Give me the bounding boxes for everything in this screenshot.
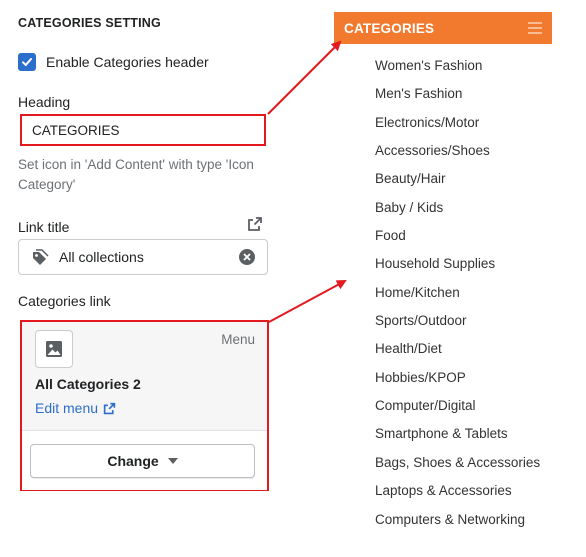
edit-menu-label: Edit menu bbox=[35, 400, 99, 416]
category-item[interactable]: Food bbox=[375, 225, 540, 253]
external-link-icon bbox=[103, 402, 116, 414]
menu-type-tag: Menu bbox=[221, 332, 255, 347]
category-item[interactable]: Computer/Digital bbox=[375, 395, 540, 423]
external-link-icon[interactable] bbox=[247, 216, 263, 237]
categories-header: CATEGORIES bbox=[334, 12, 552, 44]
menu-card: Menu All Categories 2 Edit menu Change bbox=[20, 320, 269, 491]
caret-down-icon bbox=[167, 458, 178, 464]
menu-thumbnail bbox=[35, 330, 73, 368]
menu-name: All Categories 2 bbox=[35, 376, 141, 392]
change-button[interactable]: Change bbox=[30, 444, 255, 478]
checkmark-icon bbox=[22, 58, 32, 66]
change-button-label: Change bbox=[107, 453, 159, 469]
heading-label: Heading bbox=[18, 94, 71, 110]
heading-help-text: Set icon in 'Add Content' with type 'Ico… bbox=[18, 157, 254, 192]
category-item[interactable]: Women's Fashion bbox=[375, 55, 540, 83]
category-item[interactable]: Men's Fashion bbox=[375, 83, 540, 111]
link-title-label: Link title bbox=[18, 219, 70, 235]
category-item[interactable]: Sports/Outdoor bbox=[375, 310, 540, 338]
heading-input[interactable]: CATEGORIES bbox=[20, 114, 266, 146]
edit-menu-link[interactable]: Edit menu bbox=[35, 400, 116, 416]
category-item[interactable]: Electronics/Motor bbox=[375, 112, 540, 140]
categories-header-title: CATEGORIES bbox=[344, 20, 435, 36]
categories-link-label: Categories link bbox=[18, 293, 111, 309]
clear-icon[interactable] bbox=[239, 249, 255, 265]
category-item[interactable]: Laptops & Accessories bbox=[375, 480, 540, 508]
category-item[interactable]: Household Supplies bbox=[375, 253, 540, 281]
category-item[interactable]: Accessories/Shoes bbox=[375, 140, 540, 168]
category-item[interactable]: Home/Kitchen bbox=[375, 282, 540, 310]
section-title: CATEGORIES SETTING bbox=[18, 16, 161, 30]
enable-header-checkbox[interactable] bbox=[18, 53, 36, 71]
hamburger-menu-icon[interactable] bbox=[528, 22, 542, 34]
category-item[interactable]: Bags, Shoes & Accessories bbox=[375, 452, 540, 480]
category-item[interactable]: Baby / Kids bbox=[375, 197, 540, 225]
category-list: Women's Fashion Men's Fashion Electronic… bbox=[375, 55, 540, 537]
heading-arrow bbox=[267, 40, 342, 115]
menu-arrow bbox=[268, 280, 347, 323]
enable-header-row[interactable]: Enable Categories header bbox=[18, 53, 209, 71]
collection-tag-icon bbox=[31, 248, 49, 266]
link-title-value: All collections bbox=[59, 249, 144, 265]
category-item[interactable]: Computers & Networking bbox=[375, 509, 540, 537]
heading-input-value: CATEGORIES bbox=[32, 122, 120, 138]
category-item[interactable]: Beauty/Hair bbox=[375, 168, 540, 196]
menu-card-footer: Change bbox=[22, 430, 267, 490]
enable-header-label: Enable Categories header bbox=[46, 54, 209, 70]
category-item[interactable]: Hobbies/KPOP bbox=[375, 367, 540, 395]
link-title-field[interactable]: All collections bbox=[18, 239, 268, 275]
category-item[interactable]: Health/Diet bbox=[375, 338, 540, 366]
category-item[interactable]: Smartphone & Tablets bbox=[375, 423, 540, 451]
image-icon bbox=[46, 341, 62, 357]
